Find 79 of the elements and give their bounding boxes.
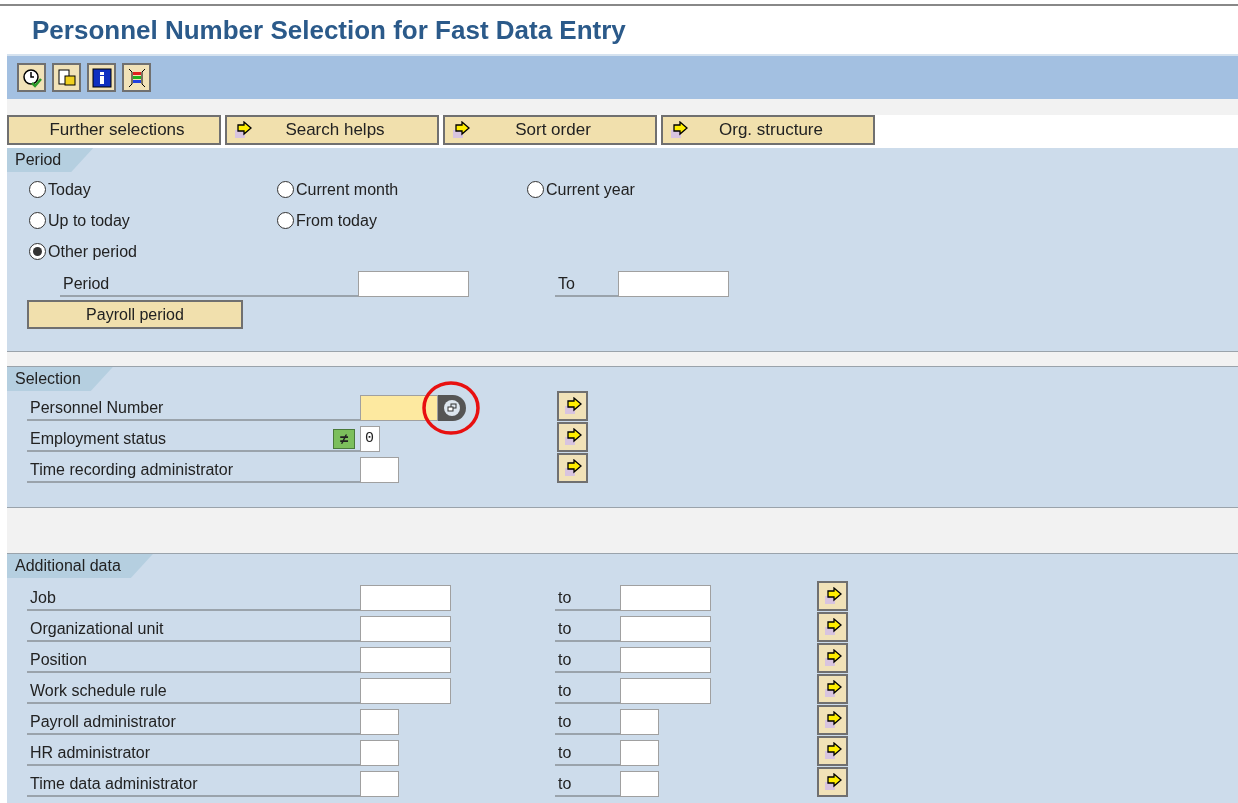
copy-icon [56,67,77,88]
radio-icon[interactable] [29,243,46,260]
arrow-icon [451,121,471,139]
arrow-icon [562,459,583,477]
field-label: Payroll administrator [27,708,360,735]
arrow-icon [822,711,843,729]
clock-icon [21,67,42,88]
multiple-selection-button[interactable] [817,581,848,611]
arrow-icon [669,121,689,139]
radio-option[interactable]: Up to today [29,205,277,236]
arrow-icon [233,121,253,139]
input-field[interactable] [620,678,711,704]
input-field[interactable] [620,709,659,735]
radio-icon[interactable] [527,181,544,198]
multiple-selection-button[interactable] [557,453,588,483]
arrow-icon [822,773,843,791]
page-title: Personnel Number Selection for Fast Data Entry [32,13,626,47]
field-label: Period [60,270,358,297]
tab-button[interactable]: Sort order [443,115,657,145]
radio-icon[interactable] [277,212,294,229]
search-help-button[interactable] [438,394,466,421]
multiple-selection-button[interactable] [817,736,848,766]
tab-button[interactable]: Search helps [225,115,439,145]
input-field[interactable] [360,585,451,611]
arrow-icon [822,649,843,667]
arrow-icon [822,680,843,698]
input-field[interactable] [620,740,659,766]
field-label: Work schedule rule [27,677,360,704]
multiple-selection-button[interactable] [817,643,848,673]
input-field[interactable] [360,771,399,797]
multiple-selection-button[interactable] [817,767,848,797]
radio-option[interactable]: Other period [29,236,277,267]
field-label: Personnel Number [27,394,360,421]
info-icon [91,67,112,88]
radio-option[interactable]: Current month [277,174,527,205]
field-label: Organizational unit [27,615,360,642]
layout-icon [126,67,147,88]
arrow-icon [822,742,843,760]
input-field[interactable]: 0 [360,425,380,452]
input-field[interactable] [360,394,438,421]
payroll-period-button[interactable]: Payroll period [27,300,243,329]
input-field[interactable] [360,709,399,735]
tab-button[interactable]: Org. structure [661,115,875,145]
multiple-selection-button[interactable] [817,612,848,642]
radio-icon[interactable] [29,181,46,198]
input-field[interactable] [620,647,711,673]
toolbar-button[interactable] [87,63,116,92]
field-label: Time recording administrator [27,456,360,483]
arrow-icon [562,428,583,446]
input-field[interactable] [360,456,399,483]
radio-icon[interactable] [29,212,46,229]
radio-option[interactable]: From today [277,205,527,236]
field-label: Job [27,584,360,611]
arrow-icon [822,618,843,636]
input-field[interactable] [360,740,399,766]
input-field[interactable] [620,616,711,642]
multiple-selection-button[interactable] [817,705,848,735]
arrow-icon [822,587,843,605]
radio-option[interactable]: Current year [527,174,727,205]
input-field[interactable] [360,616,451,642]
arrow-icon [562,397,583,415]
radio-icon[interactable] [277,181,294,198]
input-field[interactable] [360,678,451,704]
input-field[interactable] [620,585,711,611]
tab-button[interactable]: Further selections [7,115,221,145]
input-field[interactable] [620,771,659,797]
field-label: Position [27,646,360,673]
multiple-selection-button[interactable] [557,391,588,421]
radio-option[interactable]: Today [29,174,277,205]
field-label: HR administrator [27,739,360,766]
toolbar-button[interactable] [17,63,46,92]
input-field[interactable] [358,271,469,297]
input-field[interactable] [360,647,451,673]
multiple-selection-button[interactable] [817,674,848,704]
field-label: Time data administrator [27,770,360,797]
not-equal-icon[interactable]: ≠ [333,428,355,449]
input-field[interactable] [618,271,729,297]
multiple-selection-button[interactable] [557,422,588,452]
windows-icon [443,398,461,417]
